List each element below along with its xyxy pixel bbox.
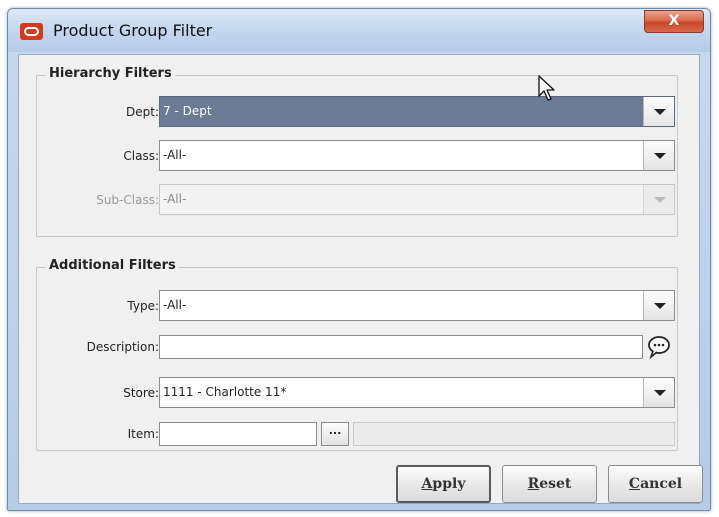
close-button[interactable]: X [644, 10, 704, 33]
type-value: -All- [163, 298, 187, 312]
cancel-label: ancel [640, 476, 683, 492]
item-label: Item: [127, 427, 159, 441]
chevron-down-icon[interactable] [643, 378, 674, 407]
hierarchy-filters-legend: Hierarchy Filters [46, 66, 175, 81]
apply-label: pply [432, 476, 466, 492]
additional-filters-legend: Additional Filters [46, 258, 179, 273]
chevron-down-icon[interactable] [643, 141, 674, 170]
cancel-mnemonic: C [628, 476, 641, 492]
store-select[interactable]: 1111 - Charlotte 11* [159, 377, 675, 408]
dept-value: 7 - Dept [163, 104, 212, 118]
subclass-select: -All- [159, 184, 675, 215]
title-bar[interactable]: Product Group Filter X [8, 9, 710, 52]
reset-mnemonic: R [527, 476, 540, 492]
type-label: Type: [127, 299, 159, 313]
apply-button[interactable]: Apply [396, 465, 491, 503]
subclass-value: -All- [163, 192, 187, 206]
store-value: 1111 - Charlotte 11* [163, 385, 287, 399]
window-title: Product Group Filter [53, 21, 213, 40]
comment-bubble-icon[interactable] [645, 334, 673, 360]
item-row-filler [353, 422, 675, 446]
chevron-down-icon[interactable] [643, 97, 674, 126]
class-label: Class: [123, 149, 159, 163]
reset-button[interactable]: Reset [502, 465, 597, 503]
description-label: Description: [86, 340, 159, 354]
description-field[interactable] [159, 335, 643, 359]
dialog-content: Hierarchy Filters Dept: 7 - Dept Class: … [18, 54, 703, 504]
dialog-window: Product Group Filter X Hierarchy Filters… [7, 8, 711, 511]
class-select[interactable]: -All- [159, 140, 675, 171]
dept-label: Dept: [126, 105, 159, 119]
item-browse-button[interactable]: ... [321, 422, 349, 446]
store-label: Store: [123, 386, 159, 400]
cancel-button[interactable]: Cancel [608, 465, 703, 503]
oracle-logo-icon [20, 23, 43, 40]
item-field[interactable] [159, 422, 317, 446]
reset-label: eset [539, 476, 572, 492]
chevron-down-icon [643, 185, 674, 214]
mouse-pointer-icon [537, 74, 559, 104]
dept-select[interactable]: 7 - Dept [159, 96, 675, 127]
chevron-down-icon[interactable] [643, 291, 674, 320]
class-value: -All- [163, 148, 187, 162]
type-select[interactable]: -All- [159, 290, 675, 321]
apply-mnemonic: A [421, 476, 433, 492]
subclass-label: Sub-Class: [96, 193, 159, 207]
